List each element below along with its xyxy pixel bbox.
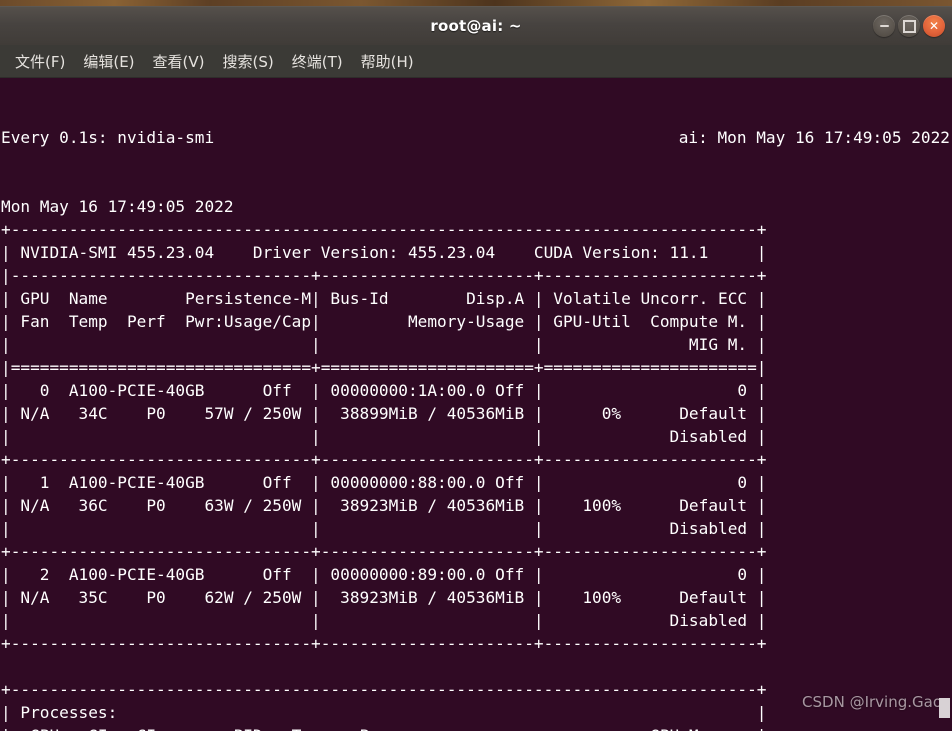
menu-search[interactable]: 搜索(S) — [214, 48, 283, 75]
minimize-icon — [879, 25, 889, 27]
terminal-line: | | | MIG M. | — [1, 335, 767, 354]
terminal-line: | 0 A100-PCIE-40GB Off | 00000000:1A:00.… — [1, 381, 767, 400]
terminal-line: | GPU Name Persistence-M| Bus-Id Disp.A … — [1, 289, 767, 308]
terminal-line: |===============================+=======… — [1, 358, 767, 377]
minimize-button[interactable] — [873, 15, 895, 37]
terminal-text: Every 0.1s: nvidia-smi ai: Mon May 16 17… — [0, 78, 952, 731]
desktop-background-strip — [0, 0, 952, 6]
terminal-line: | | | Disabled | — [1, 611, 767, 630]
terminal-screen[interactable]: Every 0.1s: nvidia-smi ai: Mon May 16 17… — [0, 78, 952, 731]
terminal-line: | GPU GI CI PID Type Process name GPU Me… — [1, 724, 952, 731]
watch-command: Every 0.1s: nvidia-smi — [1, 128, 215, 147]
watch-host-time: ai: Mon May 16 17:49:05 2022 — [678, 128, 950, 147]
terminal-cursor — [939, 698, 950, 718]
maximize-icon — [902, 19, 916, 33]
terminal-line: +-------------------------------+-------… — [1, 542, 767, 561]
menu-help[interactable]: 帮助(H) — [352, 48, 423, 75]
terminal-line: | | | Disabled | — [1, 427, 767, 446]
terminal-line: +---------------------------------------… — [1, 220, 767, 239]
terminal-line: +---------------------------------------… — [1, 680, 767, 699]
terminal-line: | N/A 35C P0 62W / 250W | 38923MiB / 405… — [1, 588, 767, 607]
menubar: 文件(F) 编辑(E) 查看(V) 搜索(S) 终端(T) 帮助(H) — [0, 45, 952, 78]
menu-view[interactable]: 查看(V) — [144, 48, 214, 75]
terminal-line: | 1 A100-PCIE-40GB Off | 00000000:88:00.… — [1, 473, 767, 492]
terminal-line: | Fan Temp Perf Pwr:Usage/Cap| Memory-Us… — [1, 312, 767, 331]
terminal-line: | N/A 36C P0 63W / 250W | 38923MiB / 405… — [1, 496, 767, 515]
close-button[interactable]: ✕ — [923, 15, 945, 37]
terminal-line: | Processes: | — [1, 703, 767, 722]
close-icon: ✕ — [928, 19, 940, 33]
menu-file[interactable]: 文件(F) — [6, 48, 74, 75]
terminal-line: |-------------------------------+-------… — [1, 266, 767, 285]
terminal-line: | 2 A100-PCIE-40GB Off | 00000000:89:00.… — [1, 565, 767, 584]
watch-header-line: Every 0.1s: nvidia-smi ai: Mon May 16 17… — [1, 126, 952, 149]
window-controls: ✕ — [873, 15, 945, 37]
terminal-line: +-------------------------------+-------… — [1, 450, 767, 469]
menu-edit[interactable]: 编辑(E) — [74, 48, 143, 75]
menu-terminal[interactable]: 终端(T) — [283, 48, 352, 75]
terminal-line: +-------------------------------+-------… — [1, 634, 767, 653]
window-titlebar[interactable]: root@ai: ~ ✕ — [0, 6, 952, 45]
window-title: root@ai: ~ — [430, 17, 522, 35]
terminal-line: | NVIDIA-SMI 455.23.04 Driver Version: 4… — [1, 243, 767, 262]
terminal-window: root@ai: ~ ✕ 文件(F) 编辑(E) 查看(V) 搜索(S) 终端(… — [0, 0, 952, 731]
terminal-line: | N/A 34C P0 57W / 250W | 38899MiB / 405… — [1, 404, 767, 423]
maximize-button[interactable] — [898, 15, 920, 37]
terminal-line: Mon May 16 17:49:05 2022 — [1, 197, 234, 216]
nvidia-smi-output: Mon May 16 17:49:05 2022 +---------------… — [1, 195, 952, 731]
terminal-line: | | | Disabled | — [1, 519, 767, 538]
